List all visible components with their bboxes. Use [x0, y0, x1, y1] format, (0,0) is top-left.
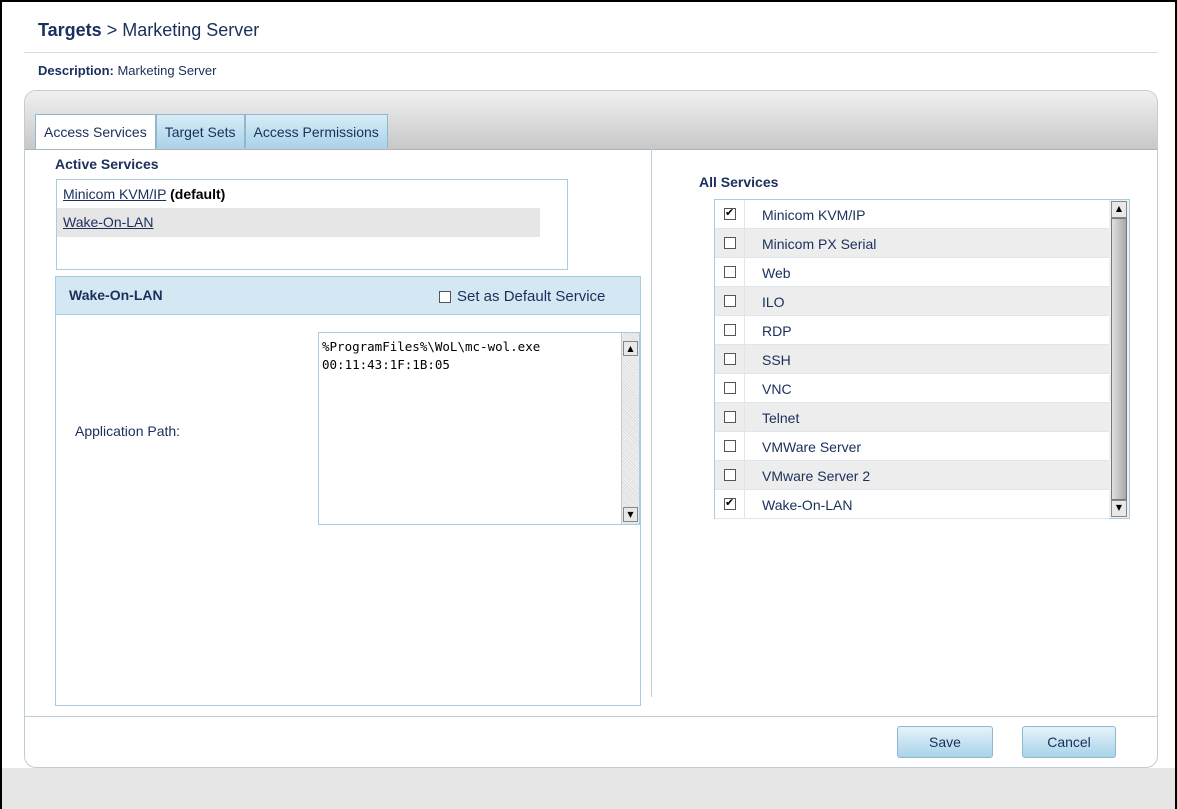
checkbox-icon[interactable]: [724, 382, 736, 394]
application-path-value[interactable]: %ProgramFiles%\WoL\mc-wol.exe 00:11:43:1…: [322, 338, 612, 374]
description: Description: Marketing Server: [38, 63, 216, 78]
service-row[interactable]: Minicom KVM/IP: [715, 200, 1109, 229]
set-default-label: Set as Default Service: [457, 288, 606, 305]
tab-bar: Access Services Target Sets Access Permi…: [35, 114, 388, 149]
service-name: SSH: [762, 352, 791, 368]
service-checkbox-cell: [715, 432, 745, 460]
checkbox-icon[interactable]: [724, 411, 736, 423]
service-name: Wake-On-LAN: [762, 497, 853, 513]
scroll-up-arrow-icon[interactable]: ▲: [1111, 201, 1127, 218]
service-checkbox-cell: [715, 403, 745, 431]
service-checkbox-cell: [715, 345, 745, 373]
footer-divider: [25, 716, 1157, 717]
scroll-up-arrow-icon[interactable]: ▲: [623, 341, 638, 356]
tab-access-permissions[interactable]: Access Permissions: [244, 114, 388, 148]
service-name: VNC: [762, 381, 792, 397]
breadcrumb-root[interactable]: Targets: [38, 20, 102, 40]
service-row[interactable]: VNC: [715, 374, 1109, 403]
checkbox-icon[interactable]: [724, 237, 736, 249]
list-item[interactable]: Minicom KVM/IP (default): [57, 180, 540, 209]
save-button[interactable]: Save: [897, 726, 993, 758]
service-row[interactable]: VMware Server 2: [715, 461, 1109, 490]
list-item[interactable]: Wake-On-LAN: [57, 208, 540, 237]
service-checkbox-cell: [715, 258, 745, 286]
default-marker: (default): [170, 186, 226, 202]
service-checkbox-cell: [715, 490, 745, 518]
service-checkbox-cell: [715, 316, 745, 344]
panel-header: Access Services Target Sets Access Permi…: [25, 91, 1157, 150]
service-row[interactable]: VMWare Server: [715, 432, 1109, 461]
service-name: Minicom KVM/IP: [762, 207, 866, 223]
service-row[interactable]: SSH: [715, 345, 1109, 374]
service-checkbox-cell: [715, 461, 745, 489]
service-detail-panel: Wake-On-LAN Set as Default Service Appli…: [55, 276, 641, 706]
service-row[interactable]: ILO: [715, 287, 1109, 316]
scroll-down-arrow-icon[interactable]: ▼: [623, 507, 638, 522]
all-services-list: Minicom KVM/IP Minicom PX Serial Web ILO RDP…: [714, 199, 1130, 519]
breadcrumb: Targets > Marketing Server: [38, 20, 259, 41]
header-divider: [24, 52, 1158, 53]
target-panel: Access Services Target Sets Access Permi…: [24, 90, 1158, 768]
all-services-title: All Services: [699, 174, 779, 190]
breadcrumb-current: Marketing Server: [122, 20, 260, 40]
cancel-button[interactable]: Cancel: [1022, 726, 1116, 758]
active-services-title: Active Services: [55, 156, 159, 172]
service-name: VMWare Server: [762, 439, 862, 455]
checkbox-icon[interactable]: [724, 440, 736, 452]
checkbox-icon[interactable]: [724, 206, 736, 220]
checkbox-icon[interactable]: [724, 295, 736, 307]
service-checkbox-cell: [715, 229, 745, 257]
scrollbar-thumb[interactable]: [1111, 218, 1127, 500]
window-frame-top: [0, 0, 1177, 2]
checkbox-icon[interactable]: [724, 266, 736, 278]
scroll-down-arrow-icon[interactable]: ▼: [1111, 500, 1127, 517]
service-name: Telnet: [762, 410, 800, 426]
service-name: Web: [762, 265, 791, 281]
service-row[interactable]: Web: [715, 258, 1109, 287]
description-label: Description:: [38, 63, 114, 78]
service-row[interactable]: Wake-On-LAN: [715, 490, 1109, 519]
tab-target-sets[interactable]: Target Sets: [155, 114, 245, 148]
service-name: Minicom PX Serial: [762, 236, 877, 252]
textarea-scrollbar[interactable]: ▲ ▼: [621, 333, 639, 524]
service-detail-header: Wake-On-LAN Set as Default Service: [56, 277, 640, 315]
application-path-textarea[interactable]: %ProgramFiles%\WoL\mc-wol.exe 00:11:43:1…: [318, 332, 640, 525]
service-name: ILO: [762, 294, 785, 310]
service-row[interactable]: Minicom PX Serial: [715, 229, 1109, 258]
application-path-label: Application Path:: [75, 423, 181, 439]
checkbox-icon[interactable]: [724, 353, 736, 365]
service-detail-title: Wake-On-LAN: [69, 287, 163, 303]
column-divider: [651, 149, 652, 697]
set-default-checkbox[interactable]: Set as Default Service: [439, 288, 605, 305]
checkbox-icon[interactable]: [724, 469, 736, 481]
service-name: RDP: [762, 323, 792, 339]
active-services-list: Minicom KVM/IP (default) Wake-On-LAN: [56, 179, 568, 270]
checkbox-icon[interactable]: [724, 324, 736, 336]
service-checkbox-cell: [715, 287, 745, 315]
active-service-link[interactable]: Minicom KVM/IP: [63, 186, 166, 202]
service-checkbox-cell: [715, 200, 745, 228]
service-row[interactable]: Telnet: [715, 403, 1109, 432]
active-service-link[interactable]: Wake-On-LAN: [63, 214, 154, 230]
window-frame-left: [0, 0, 2, 809]
checkbox-icon[interactable]: [724, 496, 736, 510]
service-row[interactable]: RDP: [715, 316, 1109, 345]
description-value: Marketing Server: [117, 63, 217, 78]
services-scrollbar[interactable]: ▲ ▼: [1109, 200, 1129, 518]
checkbox-icon[interactable]: [439, 290, 451, 303]
service-name: VMware Server 2: [762, 468, 871, 484]
tab-access-services[interactable]: Access Services: [35, 114, 156, 149]
breadcrumb-separator: >: [106, 20, 118, 40]
service-checkbox-cell: [715, 374, 745, 402]
bottom-band: [2, 768, 1175, 809]
